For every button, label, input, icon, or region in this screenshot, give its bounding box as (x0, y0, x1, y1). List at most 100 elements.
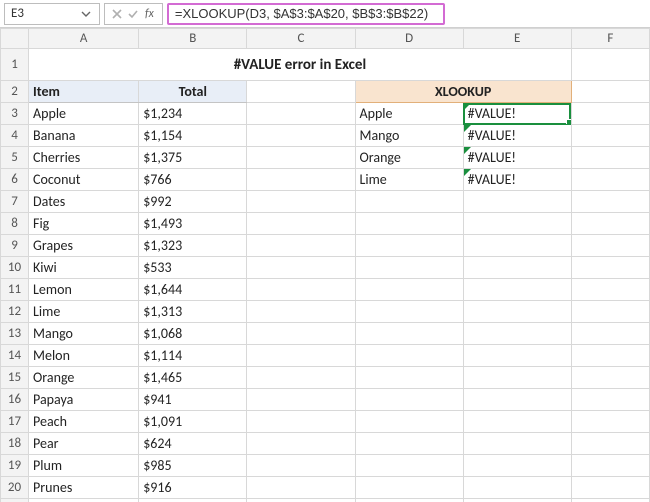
cell[interactable] (355, 301, 463, 323)
cell[interactable] (247, 389, 355, 411)
cell[interactable] (355, 235, 463, 257)
cell[interactable] (571, 81, 649, 103)
cell[interactable] (247, 213, 355, 235)
lookup-key[interactable]: Lime (355, 169, 463, 191)
cell[interactable] (571, 323, 649, 345)
cell[interactable] (571, 213, 649, 235)
cell-item[interactable]: Lemon (29, 279, 139, 301)
cell-item[interactable]: Dates (29, 191, 139, 213)
cell[interactable] (247, 279, 355, 301)
cell-total[interactable]: $1,313 (139, 301, 247, 323)
cell[interactable] (463, 455, 571, 477)
formula-input[interactable] (169, 5, 439, 23)
fx-icon[interactable]: fx (143, 7, 156, 21)
cell-total[interactable]: $1,375 (139, 147, 247, 169)
cell[interactable] (463, 367, 571, 389)
cell[interactable] (247, 345, 355, 367)
cell-item[interactable]: Grapes (29, 235, 139, 257)
lookup-key[interactable]: Orange (355, 147, 463, 169)
chevron-down-icon[interactable] (79, 7, 93, 21)
cell-item[interactable]: Kiwi (29, 257, 139, 279)
cell[interactable] (355, 345, 463, 367)
cell-item[interactable]: Peach (29, 411, 139, 433)
select-all-corner[interactable] (1, 29, 29, 49)
cell[interactable] (247, 147, 355, 169)
cell[interactable] (247, 323, 355, 345)
cell[interactable] (463, 235, 571, 257)
cell-total[interactable]: $916 (139, 477, 247, 499)
cell-total[interactable]: $533 (139, 257, 247, 279)
cell[interactable] (463, 345, 571, 367)
cell[interactable] (247, 257, 355, 279)
cell[interactable] (355, 433, 463, 455)
cell[interactable] (247, 411, 355, 433)
cell-item[interactable]: Lime (29, 301, 139, 323)
row-header[interactable]: 5 (1, 147, 29, 169)
cell-total[interactable]: $1,493 (139, 213, 247, 235)
cell[interactable] (355, 213, 463, 235)
cell-total[interactable]: $985 (139, 455, 247, 477)
row-header[interactable]: 8 (1, 213, 29, 235)
row-header[interactable]: 21 (1, 499, 29, 502)
cell[interactable] (355, 499, 463, 502)
cell[interactable] (571, 191, 649, 213)
cell-item[interactable]: Prunes (29, 477, 139, 499)
cell-total[interactable]: $1,154 (139, 125, 247, 147)
row-header[interactable]: 4 (1, 125, 29, 147)
row-header[interactable]: 9 (1, 235, 29, 257)
row-header[interactable]: 14 (1, 345, 29, 367)
cell-total[interactable]: $1,068 (139, 323, 247, 345)
cell[interactable] (355, 257, 463, 279)
cell[interactable] (571, 147, 649, 169)
header-xlookup[interactable]: XLOOKUP (355, 81, 571, 103)
cell[interactable] (247, 191, 355, 213)
row-header[interactable]: 2 (1, 81, 29, 103)
cell-item[interactable]: Orange (29, 367, 139, 389)
col-header-C[interactable]: C (247, 29, 355, 49)
col-header-D[interactable]: D (355, 29, 463, 49)
cell[interactable] (463, 323, 571, 345)
cell[interactable] (571, 49, 649, 81)
lookup-result-active[interactable]: #VALUE! (463, 103, 571, 125)
row-header[interactable]: 12 (1, 301, 29, 323)
row-header[interactable]: 11 (1, 279, 29, 301)
cell[interactable] (571, 235, 649, 257)
col-header-A[interactable]: A (29, 29, 139, 49)
cell-item[interactable]: Pear (29, 433, 139, 455)
row-header[interactable]: 20 (1, 477, 29, 499)
cell[interactable] (355, 455, 463, 477)
row-header[interactable]: 17 (1, 411, 29, 433)
col-header-B[interactable]: B (139, 29, 247, 49)
row-header[interactable]: 16 (1, 389, 29, 411)
cell-item[interactable]: Plum (29, 455, 139, 477)
cell-total[interactable]: $1,644 (139, 279, 247, 301)
cell[interactable] (247, 301, 355, 323)
cell[interactable] (355, 191, 463, 213)
cell[interactable] (571, 499, 649, 502)
sheet-title[interactable]: #VALUE error in Excel (29, 49, 572, 81)
cell-total[interactable]: $766 (139, 169, 247, 191)
cell[interactable] (571, 125, 649, 147)
cell[interactable] (355, 279, 463, 301)
cell[interactable] (463, 411, 571, 433)
cell[interactable] (571, 433, 649, 455)
cell[interactable] (355, 323, 463, 345)
cell[interactable] (463, 191, 571, 213)
cell[interactable] (247, 235, 355, 257)
name-box[interactable]: E3 (4, 3, 100, 25)
cell-total[interactable]: $1,091 (139, 411, 247, 433)
cell[interactable] (463, 257, 571, 279)
cell[interactable] (571, 477, 649, 499)
cell[interactable] (463, 279, 571, 301)
cell-total[interactable]: $992 (139, 191, 247, 213)
cell[interactable] (247, 125, 355, 147)
cell[interactable] (29, 499, 139, 502)
cell-total[interactable]: $624 (139, 433, 247, 455)
cell[interactable] (247, 367, 355, 389)
cell[interactable] (571, 169, 649, 191)
lookup-key[interactable]: Mango (355, 125, 463, 147)
cell-item[interactable]: Melon (29, 345, 139, 367)
cell[interactable] (247, 433, 355, 455)
cell-total[interactable]: $1,465 (139, 367, 247, 389)
cell-item[interactable]: Mango (29, 323, 139, 345)
